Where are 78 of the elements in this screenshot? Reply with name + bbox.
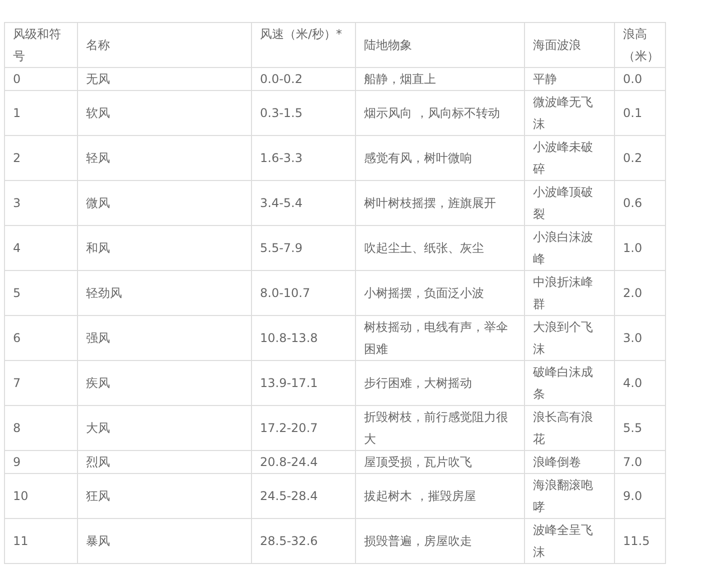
table-cell: 浪峰倒卷 (524, 450, 614, 474)
table-cell: 折毁树枝，前行感觉阻力很大 (356, 406, 524, 450)
table-cell: 破峰白沫成条 (524, 360, 614, 406)
column-header: 名称 (78, 22, 252, 68)
table-cell: 海浪翻滚咆哮 (524, 474, 614, 518)
table-cell: 步行困难，大树摇动 (356, 360, 524, 406)
table-cell: 11.5 (614, 518, 666, 564)
column-header: 浪高（米） (614, 22, 666, 68)
table-cell: 暴风 (78, 518, 252, 564)
table-cell: 小树摇摆，负面泛小波 (356, 270, 524, 316)
table-cell: 9 (4, 450, 78, 474)
table-cell: 9.0 (614, 474, 666, 518)
table-cell: 狂风 (78, 474, 252, 518)
table-cell: 10.8-13.8 (252, 316, 356, 360)
table-cell: 2 (4, 136, 78, 180)
table-cell: 3.0 (614, 316, 666, 360)
table-cell: 强风 (78, 316, 252, 360)
table-cell: 13.9-17.1 (252, 360, 356, 406)
table-cell: 0.3-1.5 (252, 90, 356, 136)
table-cell: 大浪到个飞沫 (524, 316, 614, 360)
table-cell: 7 (4, 360, 78, 406)
column-header: 陆地物象 (356, 22, 524, 68)
table-cell: 24.5-28.4 (252, 474, 356, 518)
table-cell: 0.2 (614, 136, 666, 180)
table-cell: 拔起树木 ，摧毁房屋 (356, 474, 524, 518)
table-cell: 和风 (78, 226, 252, 270)
table-cell: 5 (4, 270, 78, 316)
table-cell: 28.5-32.6 (252, 518, 356, 564)
table-cell: 树叶树枝摇摆，旌旗展开 (356, 180, 524, 226)
table-cell: 0 (4, 68, 78, 90)
table-cell: 0.0-0.2 (252, 68, 356, 90)
table-cell: 小浪白沫波峰 (524, 226, 614, 270)
table-cell: 8.0-10.7 (252, 270, 356, 316)
table-cell: 8 (4, 406, 78, 450)
table-cell: 烟示风向 ，风向标不转动 (356, 90, 524, 136)
table-cell: 中浪折沫峰群 (524, 270, 614, 316)
table-cell: 损毁普遍，房屋吹走 (356, 518, 524, 564)
table-cell: 无风 (78, 68, 252, 90)
table-cell: 0.1 (614, 90, 666, 136)
table-cell: 软风 (78, 90, 252, 136)
table-cell: 平静 (524, 68, 614, 90)
table-cell: 4.0 (614, 360, 666, 406)
table-cell: 7.0 (614, 450, 666, 474)
table-cell: 5.5-7.9 (252, 226, 356, 270)
table-cell: 吹起尘土、纸张、灰尘 (356, 226, 524, 270)
table-cell: 17.2-20.7 (252, 406, 356, 450)
table-cell: 船静，烟直上 (356, 68, 524, 90)
table-cell: 5.5 (614, 406, 666, 450)
table-cell: 烈风 (78, 450, 252, 474)
column-header: 风速（米/秒）* (252, 22, 356, 68)
table-cell: 11 (4, 518, 78, 564)
table-cell: 疾风 (78, 360, 252, 406)
table-cell: 0.0 (614, 68, 666, 90)
table-cell: 1.6-3.3 (252, 136, 356, 180)
table-cell: 微波峰无飞沫 (524, 90, 614, 136)
table-cell: 1 (4, 90, 78, 136)
table-cell: 微风 (78, 180, 252, 226)
table-cell: 2.0 (614, 270, 666, 316)
table-cell: 0.6 (614, 180, 666, 226)
table-cell: 6 (4, 316, 78, 360)
table-cell: 浪长高有浪花 (524, 406, 614, 450)
table-cell: 小波峰顶破裂 (524, 180, 614, 226)
table-cell: 1.0 (614, 226, 666, 270)
table-cell: 屋顶受损，瓦片吹飞 (356, 450, 524, 474)
table-cell: 3 (4, 180, 78, 226)
table-cell: 大风 (78, 406, 252, 450)
table-cell: 小波峰未破碎 (524, 136, 614, 180)
table-cell: 波峰全呈飞沫 (524, 518, 614, 564)
column-header: 风级和符号 (4, 22, 78, 68)
table-cell: 感觉有风，树叶微响 (356, 136, 524, 180)
table-cell: 3.4-5.4 (252, 180, 356, 226)
table-cell: 20.8-24.4 (252, 450, 356, 474)
table-cell: 4 (4, 226, 78, 270)
table-cell: 树枝摇动，电线有声，举伞困难 (356, 316, 524, 360)
column-header: 海面波浪 (524, 22, 614, 68)
table-cell: 10 (4, 474, 78, 518)
table-cell: 轻劲风 (78, 270, 252, 316)
table-cell: 轻风 (78, 136, 252, 180)
